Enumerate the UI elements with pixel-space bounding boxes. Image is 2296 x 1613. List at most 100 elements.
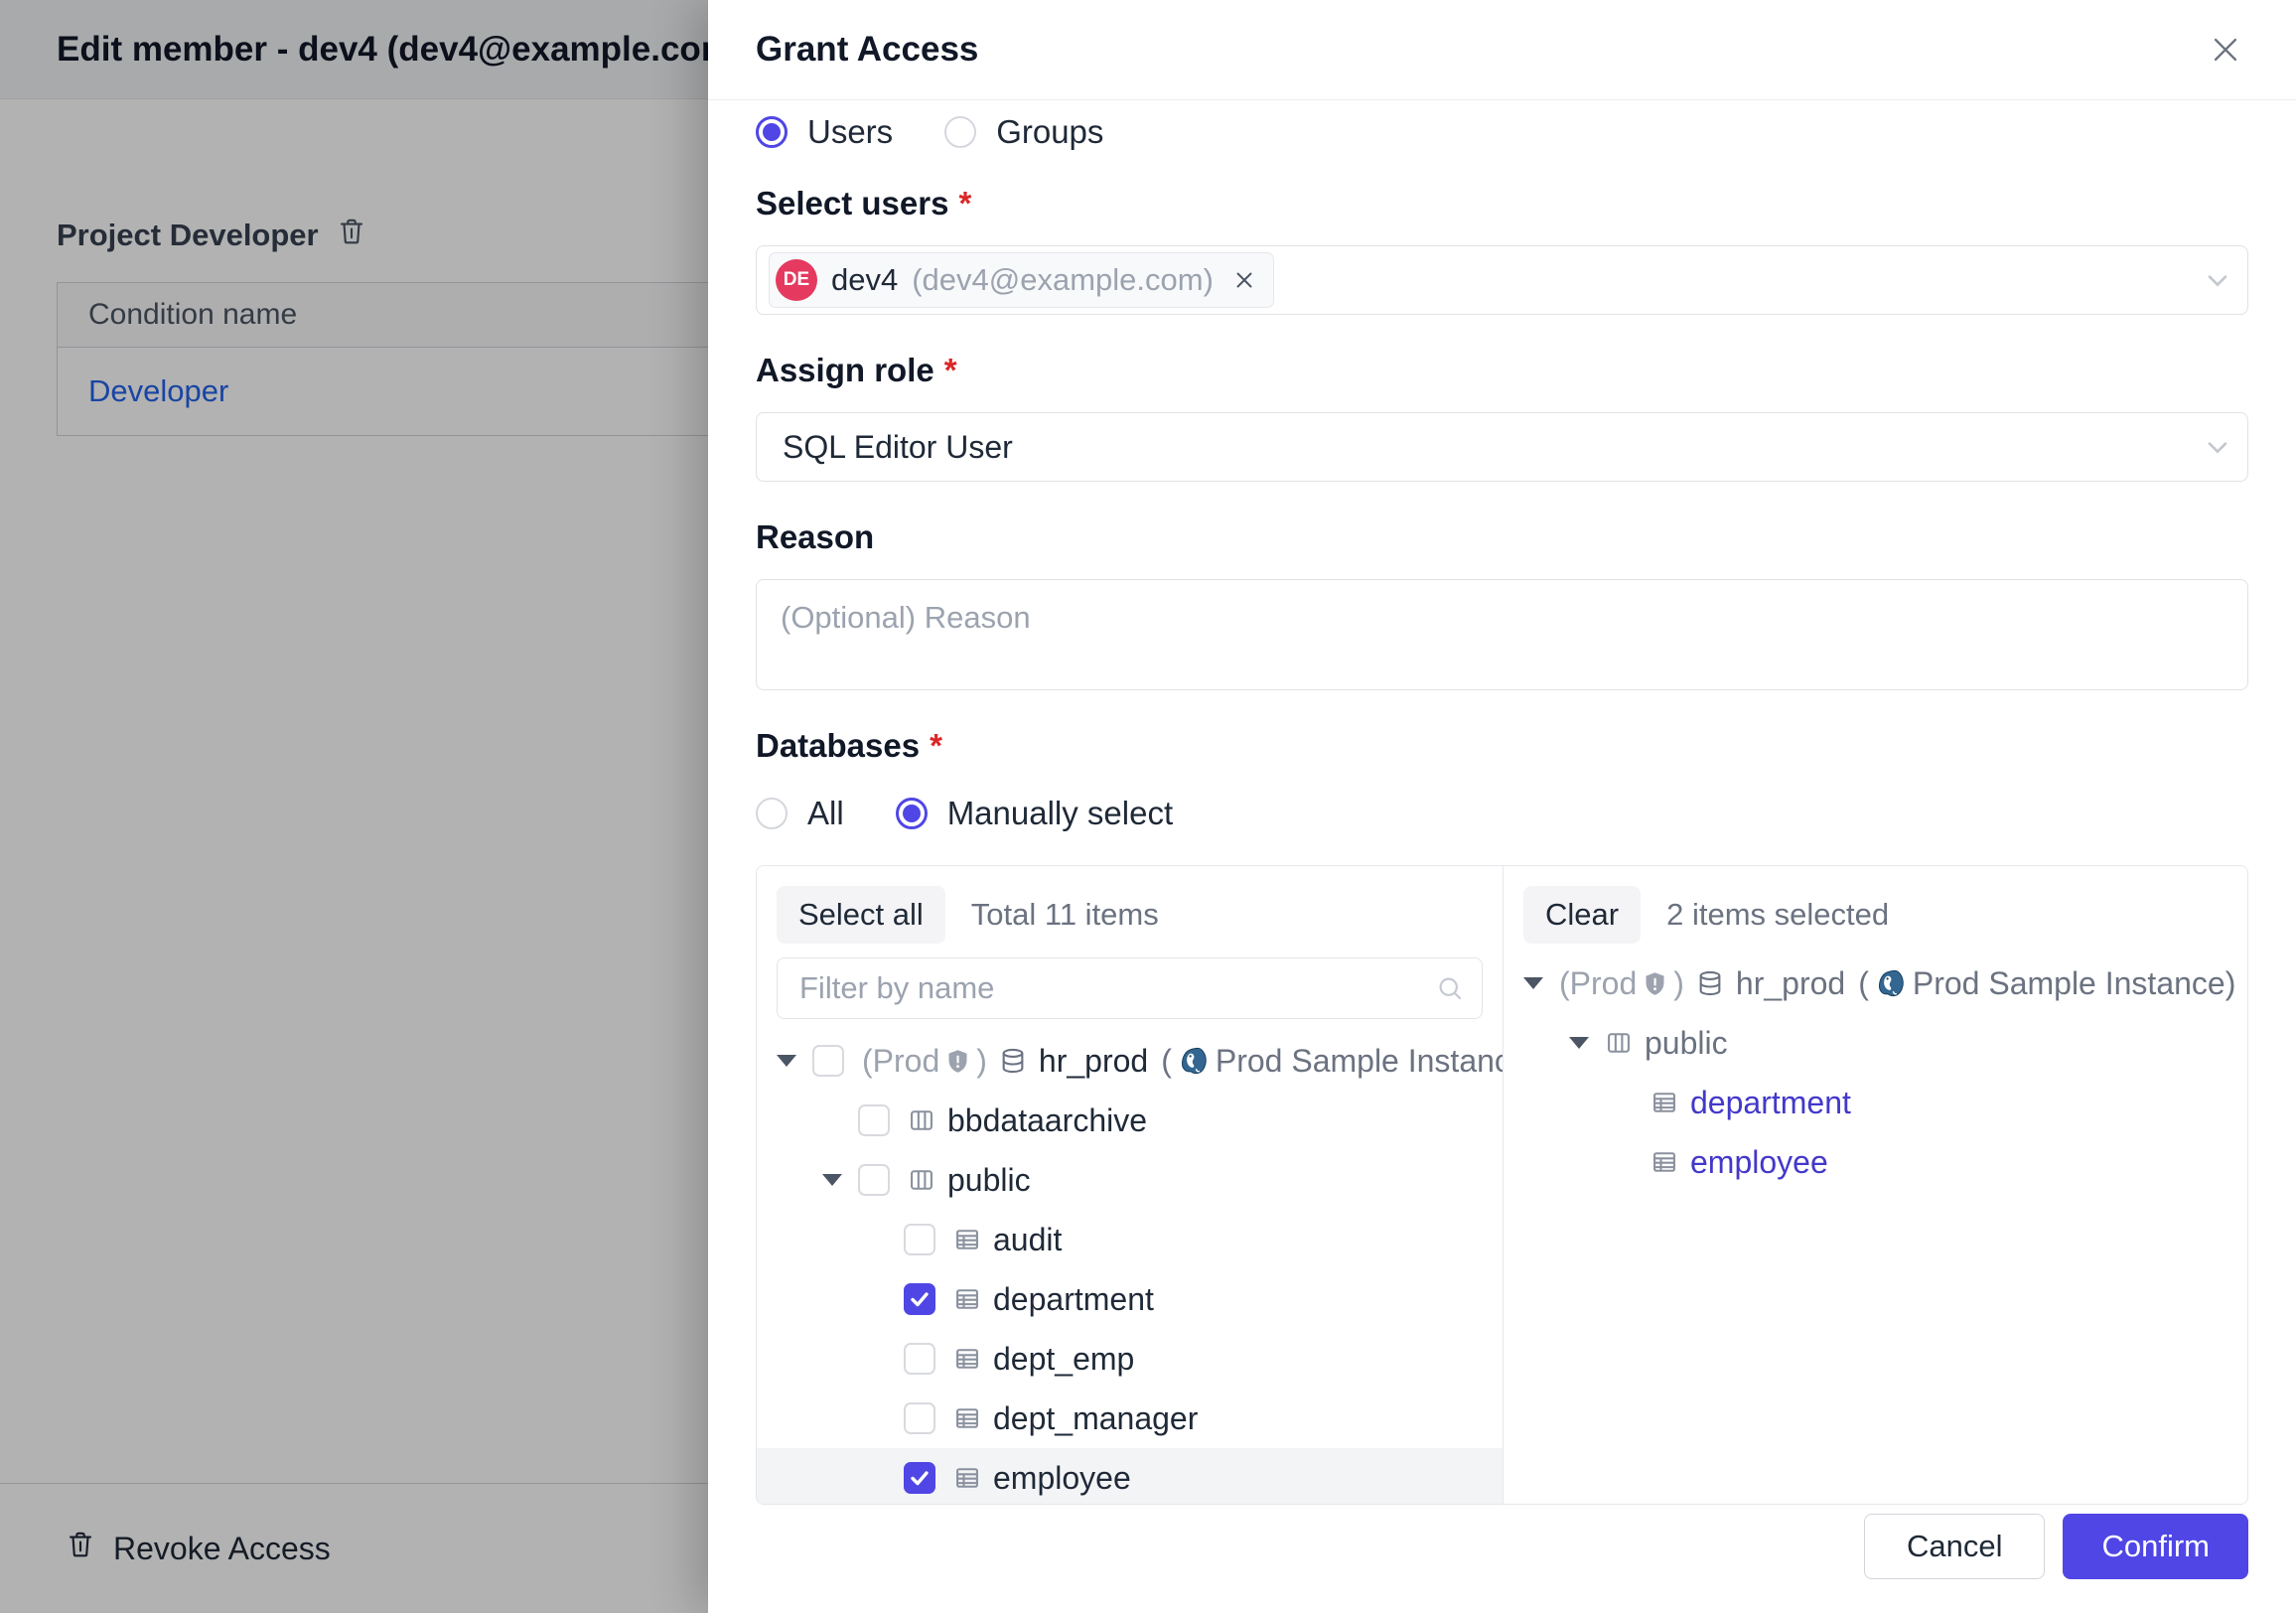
required-asterisk: * [958, 185, 971, 222]
tree-node-label: audit [993, 1222, 1062, 1258]
table-icon [953, 1464, 981, 1492]
confirm-button[interactable]: Confirm [2063, 1514, 2248, 1579]
tree-row-hr_prod[interactable]: (Prod)hr_prod(Prod Sample Instance) [757, 1031, 1503, 1091]
modal-title: Grant Access [756, 30, 978, 70]
modal-header: Grant Access [708, 0, 2296, 100]
chevron-down-icon [2202, 264, 2233, 296]
row-checkbox[interactable] [904, 1402, 935, 1434]
user-name: dev4 [831, 262, 898, 298]
remove-user-icon[interactable] [1231, 267, 1257, 293]
tree-row-department[interactable]: department [757, 1269, 1503, 1329]
table-icon [953, 1285, 981, 1313]
schema-icon [1605, 1029, 1633, 1057]
database-transfer: Select all Total 11 items (Prod)hr_prod(… [756, 865, 2248, 1505]
radio-icon[interactable] [944, 116, 976, 148]
tree-row-employee[interactable]: employee [1504, 1132, 2247, 1192]
tree-row-public[interactable]: public [1504, 1013, 2247, 1073]
total-items-label: Total 11 items [971, 897, 1159, 933]
modal-body: Users Groups Select users * DE dev4 (dev4… [708, 100, 2296, 1613]
grant-access-modal: Grant Access Users Groups Select users * … [708, 0, 2296, 1613]
tree-node-label: public [947, 1162, 1031, 1199]
tree-row-department[interactable]: department [1504, 1073, 2247, 1132]
row-checkbox[interactable] [904, 1283, 935, 1315]
tree-node-label: dept_manager [993, 1400, 1198, 1437]
selected-user-tag: DE dev4 (dev4@example.com) [769, 252, 1274, 308]
schema-icon [908, 1106, 935, 1134]
member-type-radio-group: Users Groups [756, 110, 2248, 154]
caret-down-icon[interactable] [1523, 977, 1543, 989]
select-users-label: Select users * [756, 184, 2248, 223]
row-checkbox[interactable] [858, 1164, 890, 1196]
tree-row-employee[interactable]: employee [757, 1448, 1503, 1504]
radio-label: Groups [996, 113, 1103, 151]
target-tree: (Prod)hr_prod(Prod Sample Instance)publi… [1504, 953, 2247, 1504]
postgresql-icon [1876, 968, 1906, 998]
tree-node-label: hr_prod [1039, 1043, 1148, 1080]
table-icon [1650, 1089, 1678, 1116]
tree-row-public[interactable]: public [757, 1150, 1503, 1210]
radio-manually-select[interactable]: Manually select [896, 795, 1173, 832]
check-icon [908, 1287, 932, 1311]
row-checkbox[interactable] [812, 1045, 844, 1077]
row-checkbox[interactable] [904, 1462, 935, 1494]
required-asterisk: * [930, 727, 942, 765]
database-icon [1696, 969, 1724, 997]
reason-input[interactable] [756, 579, 2248, 690]
modal-footer: Cancel Confirm [1864, 1514, 2248, 1579]
avatar: DE [776, 259, 817, 301]
required-asterisk: * [944, 352, 957, 389]
tree-node-label: employee [993, 1460, 1131, 1497]
tree-node-label: bbdataarchive [947, 1102, 1147, 1139]
caret-down-icon[interactable] [777, 1055, 796, 1067]
radio-groups[interactable]: Groups [944, 113, 1103, 151]
table-icon [953, 1404, 981, 1432]
databases-label: Databases * [756, 726, 2248, 766]
radio-icon[interactable] [896, 798, 928, 829]
table-icon [1650, 1148, 1678, 1176]
close-icon[interactable] [2203, 27, 2248, 73]
transfer-source-panel: Select all Total 11 items (Prod)hr_prod(… [757, 866, 1504, 1504]
tree-row-bbdataarchive[interactable]: bbdataarchive [757, 1091, 1503, 1150]
radio-label: Users [807, 113, 893, 151]
caret-down-icon[interactable] [1569, 1037, 1589, 1049]
row-checkbox[interactable] [904, 1224, 935, 1255]
selected-count-label: 2 items selected [1666, 897, 1889, 933]
radio-icon[interactable] [756, 116, 788, 148]
radio-label: All [807, 795, 844, 832]
table-icon [953, 1345, 981, 1373]
radio-users[interactable]: Users [756, 113, 893, 151]
tree-row-dept_manager[interactable]: dept_manager [757, 1389, 1503, 1448]
user-email: (dev4@example.com) [912, 262, 1214, 298]
tree-row-hr_prod[interactable]: (Prod)hr_prod(Prod Sample Instance) [1504, 953, 2247, 1013]
caret-down-icon[interactable] [822, 1174, 842, 1186]
shield-icon [944, 1048, 971, 1075]
tree-node-label: hr_prod [1736, 965, 1845, 1002]
assign-role-select[interactable]: SQL Editor User [756, 412, 2248, 482]
instance-label: (Prod Sample Instance) [1858, 965, 2235, 1002]
check-icon [908, 1466, 932, 1490]
databases-radio-group: All Manually select [756, 792, 2248, 835]
select-all-button[interactable]: Select all [777, 886, 945, 944]
clear-button[interactable]: Clear [1523, 886, 1641, 944]
tree-row-audit[interactable]: audit [757, 1210, 1503, 1269]
source-tree: (Prod)hr_prod(Prod Sample Instance) bbdat… [757, 1031, 1503, 1504]
database-icon [999, 1047, 1027, 1075]
radio-label: Manually select [947, 795, 1173, 832]
radio-all[interactable]: All [756, 795, 844, 832]
row-checkbox[interactable] [858, 1104, 890, 1136]
shield-icon [1642, 970, 1668, 997]
tree-row-dept_emp[interactable]: dept_emp [757, 1329, 1503, 1389]
tree-node-label: dept_emp [993, 1341, 1134, 1378]
tree-node-label: public [1645, 1025, 1728, 1062]
cancel-button[interactable]: Cancel [1864, 1514, 2046, 1579]
postgresql-icon [1179, 1046, 1209, 1076]
tree-node-label: department [1690, 1085, 1851, 1121]
chevron-down-icon [2202, 431, 2233, 463]
radio-icon[interactable] [756, 798, 788, 829]
transfer-target-panel: Clear 2 items selected (Prod)hr_prod(Pro… [1504, 866, 2247, 1504]
table-icon [953, 1226, 981, 1253]
select-users-field[interactable]: DE dev4 (dev4@example.com) [756, 245, 2248, 315]
row-checkbox[interactable] [904, 1343, 935, 1375]
filter-input[interactable] [777, 957, 1483, 1019]
assign-role-value: SQL Editor User [783, 429, 1013, 466]
